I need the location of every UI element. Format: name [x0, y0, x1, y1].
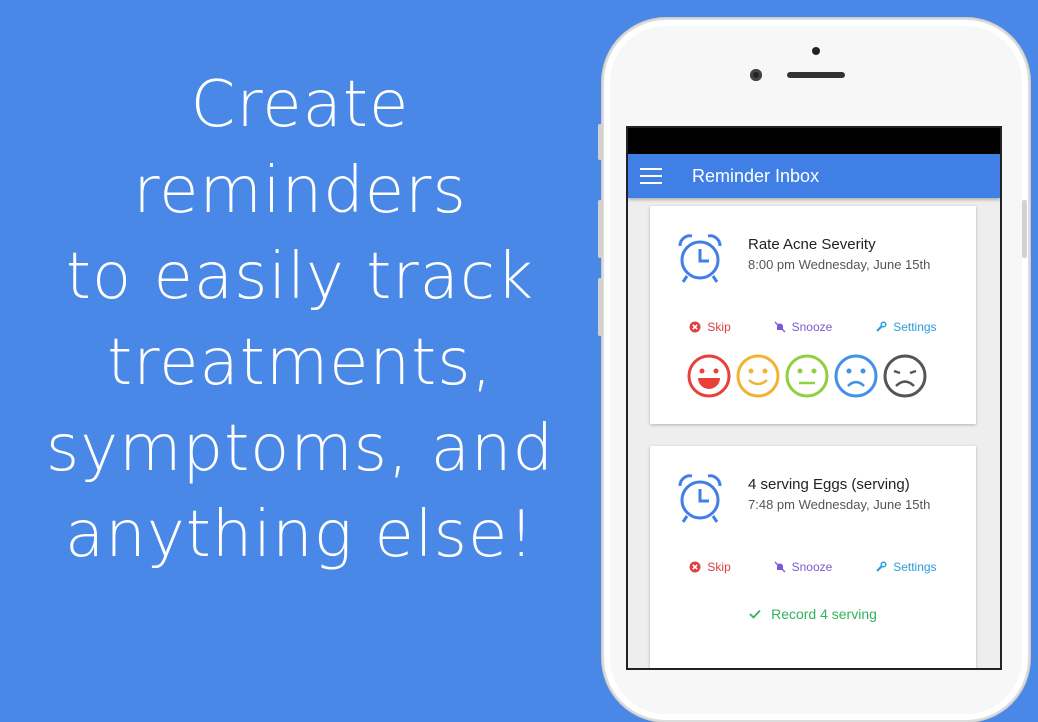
earpiece-speaker: [787, 72, 845, 78]
skip-button[interactable]: Skip: [689, 320, 731, 334]
phone-screen: Reminder Inbox Rate Acne Severity 8:00 p…: [626, 126, 1002, 670]
snooze-button[interactable]: Snooze: [774, 320, 833, 334]
promo-line: treatments,: [107, 326, 493, 400]
volume-down-button: [598, 278, 603, 336]
very-happy-face-icon[interactable]: [687, 354, 731, 398]
reminder-title: Rate Acne Severity: [748, 236, 876, 253]
front-camera: [750, 69, 762, 81]
reminder-time: 7:48 pm Wednesday, June 15th: [748, 497, 931, 512]
alarm-clock-icon: [678, 234, 722, 283]
snooze-label: Snooze: [791, 560, 833, 574]
promo-line: to easily track: [65, 240, 535, 314]
alarm-clock-icon: [678, 474, 722, 523]
volume-up-button: [598, 200, 603, 258]
snooze-bell-icon: [774, 321, 786, 333]
status-bar: [628, 128, 1000, 154]
settings-button[interactable]: Settings: [875, 320, 937, 334]
skip-label: Skip: [707, 320, 731, 334]
app-title: Reminder Inbox: [692, 165, 820, 186]
snooze-bell-icon: [774, 561, 786, 573]
app-bar: Reminder Inbox: [628, 154, 1000, 198]
promo-line: reminders: [133, 154, 467, 228]
reminder-title: 4 serving Eggs (serving): [748, 476, 910, 493]
snooze-label: Snooze: [791, 320, 833, 334]
mute-switch: [598, 124, 603, 160]
front-sensor: [812, 47, 820, 55]
promo-line: anything else!: [65, 498, 535, 572]
skip-label: Skip: [707, 560, 731, 574]
promo-line: symptoms, and: [45, 412, 555, 486]
snooze-button[interactable]: Snooze: [774, 560, 833, 574]
reminder-time: 8:00 pm Wednesday, June 15th: [748, 257, 931, 272]
sad-face-icon[interactable]: [834, 354, 878, 398]
settings-button[interactable]: Settings: [875, 560, 937, 574]
checkmark-icon: [749, 609, 761, 619]
settings-label: Settings: [893, 560, 937, 574]
settings-label: Settings: [893, 320, 937, 334]
skip-icon: [689, 561, 701, 573]
record-button[interactable]: Record 4 serving: [650, 606, 976, 622]
happy-face-icon[interactable]: [736, 354, 780, 398]
wrench-icon: [876, 321, 887, 332]
wrench-icon: [876, 561, 887, 572]
power-button: [1022, 200, 1027, 258]
neutral-face-icon[interactable]: [785, 354, 829, 398]
hamburger-menu-icon[interactable]: [640, 168, 662, 184]
skip-icon: [689, 321, 701, 333]
reminder-card: 4 serving Eggs (serving) 7:48 pm Wednesd…: [650, 446, 976, 668]
skip-button[interactable]: Skip: [689, 560, 731, 574]
very-sad-face-icon[interactable]: [883, 354, 927, 398]
record-label: Record 4 serving: [771, 606, 877, 622]
promo-line: Create: [190, 68, 410, 142]
promo-headline: Create reminders to easily track treatme…: [0, 62, 600, 578]
reminder-card: Rate Acne Severity 8:00 pm Wednesday, Ju…: [650, 206, 976, 424]
